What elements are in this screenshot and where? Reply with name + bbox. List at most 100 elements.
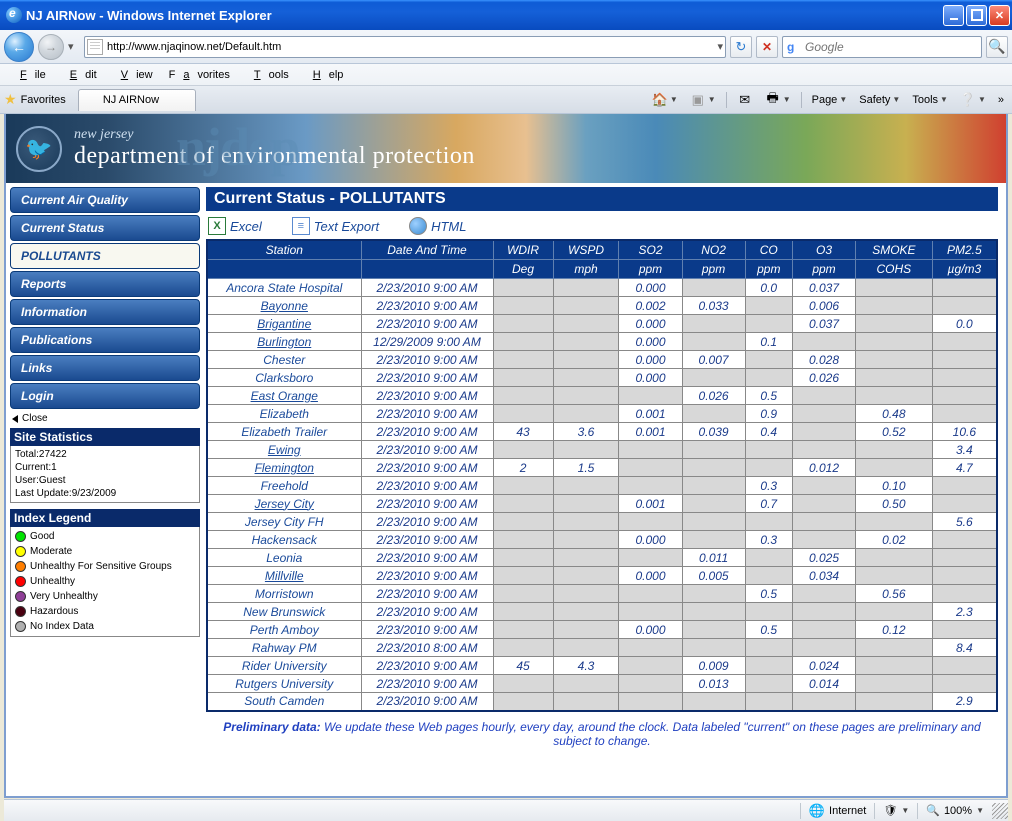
sidebar-close[interactable]: Close xyxy=(10,411,200,428)
data-cell xyxy=(792,585,855,603)
data-cell xyxy=(745,351,792,369)
read-mail-button[interactable]: ✉ xyxy=(733,90,757,110)
col-pm2-5: PM2.5 xyxy=(932,240,997,260)
unit-cell: mph xyxy=(553,260,619,279)
close-arrow-icon xyxy=(12,415,18,423)
data-cell: 0.037 xyxy=(792,315,855,333)
search-box[interactable]: g xyxy=(782,36,982,58)
sidebar-item-login[interactable]: Login xyxy=(10,383,200,409)
address-dropdown[interactable]: ▾ xyxy=(717,40,723,53)
footnote: Preliminary data: We update these Web pa… xyxy=(206,712,998,756)
station-cell: Elizabeth Trailer xyxy=(207,423,361,441)
address-bar[interactable]: http://www.njaqinow.net/Default.htm ▾ xyxy=(84,36,726,58)
menu-view[interactable]: View xyxy=(105,67,161,83)
data-cell: 3.4 xyxy=(932,441,997,459)
sidebar-item-links[interactable]: Links xyxy=(10,355,200,381)
station-cell[interactable]: Millville xyxy=(207,567,361,585)
data-cell xyxy=(932,333,997,351)
table-row: Millville2/23/2010 9:00 AM0.0000.0050.03… xyxy=(207,567,997,585)
col-station: Station xyxy=(207,240,361,260)
menu-edit[interactable]: Edit xyxy=(54,67,105,83)
refresh-button[interactable]: ↻ xyxy=(730,36,752,58)
sidebar-item-information[interactable]: Information xyxy=(10,299,200,325)
station-cell: Morristown xyxy=(207,585,361,603)
data-cell xyxy=(493,351,553,369)
station-cell[interactable]: Jersey City xyxy=(207,495,361,513)
station-cell[interactable]: Ewing xyxy=(207,441,361,459)
data-cell: 0.000 xyxy=(619,315,682,333)
forward-button[interactable]: → xyxy=(38,34,64,60)
station-cell[interactable]: East Orange xyxy=(207,387,361,405)
data-cell xyxy=(932,477,997,495)
sidebar-item-publications[interactable]: Publications xyxy=(10,327,200,353)
minimize-button[interactable] xyxy=(943,5,964,26)
menu-file[interactable]: File xyxy=(4,67,54,83)
data-cell xyxy=(856,387,933,405)
data-cell xyxy=(493,315,553,333)
resize-grip[interactable] xyxy=(992,803,1008,819)
safety-menu[interactable]: Safety ▼ xyxy=(855,92,904,108)
legend-label: Very Unhealthy xyxy=(30,590,98,603)
datetime-cell: 2/23/2010 8:00 AM xyxy=(361,639,493,657)
data-cell: 0.9 xyxy=(745,405,792,423)
sidebar-item-current-air-quality[interactable]: Current Air Quality xyxy=(10,187,200,213)
stop-button[interactable]: ✕ xyxy=(756,36,778,58)
sidebar-item-reports[interactable]: Reports xyxy=(10,271,200,297)
data-cell: 0.0 xyxy=(745,279,792,297)
datetime-cell: 2/23/2010 9:00 AM xyxy=(361,513,493,531)
col-o3: O3 xyxy=(792,240,855,260)
export-excel[interactable]: X Excel xyxy=(208,217,262,235)
sidebar-item-current-status[interactable]: Current Status xyxy=(10,215,200,241)
data-cell: 0.000 xyxy=(619,279,682,297)
data-cell: 0.000 xyxy=(619,567,682,585)
legend-dot-icon xyxy=(15,576,26,587)
maximize-button[interactable] xyxy=(966,5,987,26)
data-cell: 0.000 xyxy=(619,333,682,351)
data-cell xyxy=(553,693,619,711)
data-cell xyxy=(493,567,553,585)
sidebar-item-pollutants[interactable]: POLLUTANTS xyxy=(10,243,200,269)
page-content: njdep 🐦 new jersey department of environ… xyxy=(4,114,1008,798)
station-cell[interactable]: Burlington xyxy=(207,333,361,351)
search-input[interactable] xyxy=(805,40,977,54)
data-cell xyxy=(792,441,855,459)
data-cell xyxy=(856,657,933,675)
legend-row: Unhealthy xyxy=(15,574,195,589)
close-button[interactable] xyxy=(989,5,1010,26)
data-cell: 5.6 xyxy=(932,513,997,531)
data-cell xyxy=(856,513,933,531)
station-cell: Jersey City FH xyxy=(207,513,361,531)
station-cell: Elizabeth xyxy=(207,405,361,423)
print-button[interactable]: 🖶▼ xyxy=(761,90,795,110)
data-cell xyxy=(553,531,619,549)
menu-tools[interactable]: Tools xyxy=(238,67,297,83)
data-cell: 45 xyxy=(493,657,553,675)
menu-favorites[interactable]: Favorites xyxy=(161,67,238,83)
station-cell[interactable]: Bayonne xyxy=(207,297,361,315)
favorites-label[interactable]: Favorites xyxy=(21,94,66,106)
feeds-button[interactable]: ▣▼ xyxy=(686,90,720,110)
status-zone[interactable]: 🌐 Internet xyxy=(801,803,875,819)
data-cell xyxy=(493,531,553,549)
data-cell xyxy=(856,315,933,333)
help-button[interactable]: ❔▼ xyxy=(956,90,990,110)
zoom-control[interactable]: 🔍 100% ▼ xyxy=(918,804,992,817)
station-cell[interactable]: Brigantine xyxy=(207,315,361,333)
export-html[interactable]: ● HTML xyxy=(409,217,466,235)
menu-help[interactable]: Help xyxy=(297,67,352,83)
data-cell: 0.006 xyxy=(792,297,855,315)
back-button[interactable]: ← xyxy=(4,32,34,62)
export-text[interactable]: ≡ Text Export xyxy=(292,217,379,235)
data-cell: 0.009 xyxy=(682,657,745,675)
tools-menu[interactable]: Tools ▼ xyxy=(908,92,952,108)
data-cell xyxy=(619,585,682,603)
toolbar-overflow[interactable]: » xyxy=(994,92,1008,108)
search-go-button[interactable]: 🔍 xyxy=(986,36,1008,58)
home-button[interactable]: 🏠▼ xyxy=(648,90,682,110)
page-menu[interactable]: Page ▼ xyxy=(808,92,852,108)
browser-tab[interactable]: NJ AIRNow xyxy=(78,89,196,111)
station-cell[interactable]: Flemington xyxy=(207,459,361,477)
favorites-star-icon[interactable]: ★ xyxy=(4,91,17,108)
protected-mode[interactable]: 🛡▼ xyxy=(875,804,917,817)
nav-history-dropdown[interactable]: ▾ xyxy=(68,40,80,53)
